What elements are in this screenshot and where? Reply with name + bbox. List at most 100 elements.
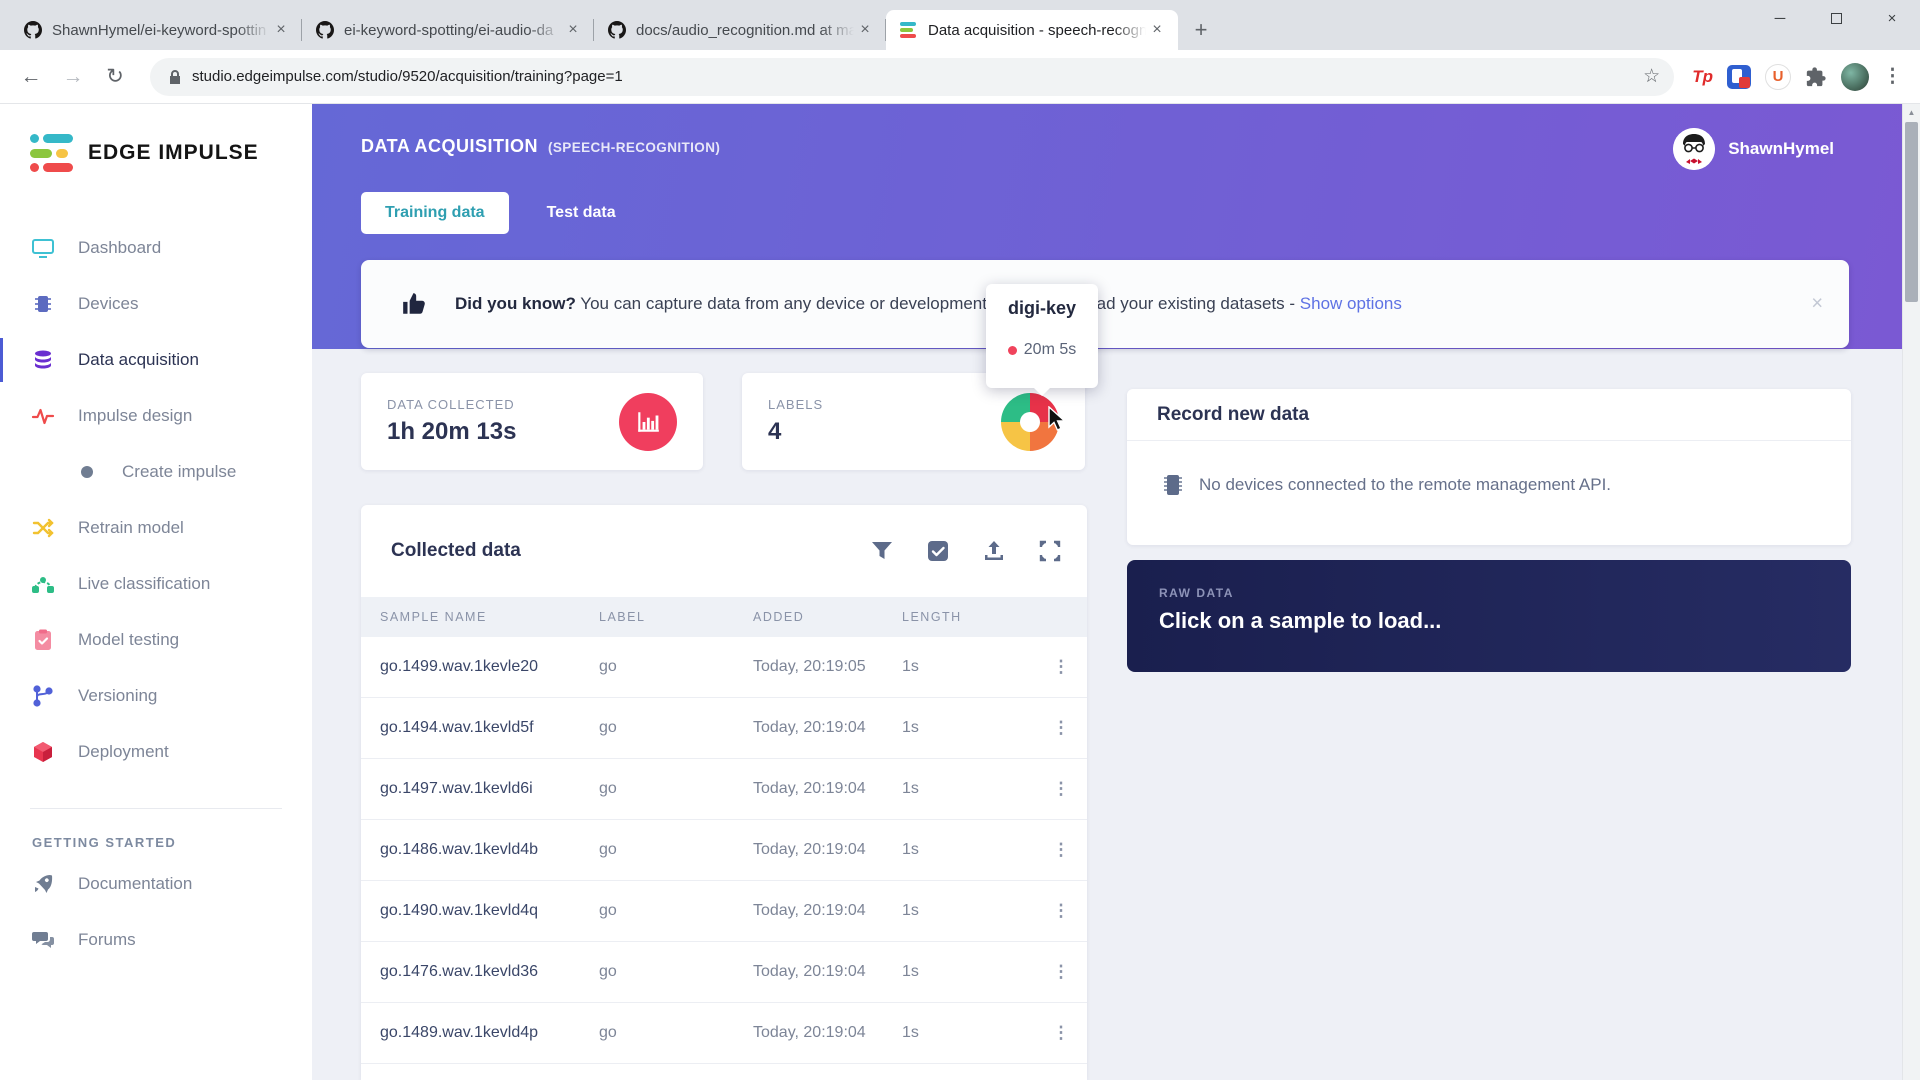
row-menu-icon[interactable]: ⋮ xyxy=(1035,840,1087,860)
column-length: LENGTH xyxy=(902,610,1035,624)
sidebar-item-retrain-model[interactable]: Retrain model xyxy=(0,500,312,556)
sample-name[interactable]: go.1497.wav.1kevld6i xyxy=(380,780,599,798)
data-collected-card: DATA COLLECTED 1h 20m 13s xyxy=(361,373,703,470)
browser-toolbar: ← → ↻ studio.edgeimpulse.com/studio/9520… xyxy=(0,50,1920,104)
filter-icon[interactable] xyxy=(871,540,893,562)
sidebar-item-label: Create impulse xyxy=(122,462,236,482)
back-button[interactable]: ← xyxy=(14,60,48,94)
row-menu-icon[interactable]: ⋮ xyxy=(1035,718,1087,738)
sample-name[interactable]: go.1476.wav.1kevld36 xyxy=(380,963,599,981)
page-title-row: DATA ACQUISITION (SPEECH-RECOGNITION) xyxy=(361,136,720,157)
table-row[interactable]: go.1494.wav.1kevld5f go Today, 20:19:04 … xyxy=(361,698,1087,759)
sidebar-item-model-testing[interactable]: Model testing xyxy=(0,612,312,668)
scrollbar-up-arrow[interactable]: ▲ xyxy=(1903,104,1920,120)
sidebar-item-create-impulse[interactable]: Create impulse xyxy=(0,444,312,500)
user-avatar[interactable] xyxy=(1673,128,1715,170)
sample-name[interactable]: go.1490.wav.1kevld4q xyxy=(380,902,599,920)
browser-menu-icon[interactable]: ⋮ xyxy=(1883,65,1902,88)
sidebar-item-impulse-design[interactable]: Impulse design xyxy=(0,388,312,444)
table-row[interactable]: go.1499.wav.1kevle20 go Today, 20:19:05 … xyxy=(361,637,1087,698)
collected-data-header: Collected data xyxy=(361,505,1087,597)
sidebar-item-live-classification[interactable]: Live classification xyxy=(0,556,312,612)
tab-close-icon[interactable]: × xyxy=(1146,19,1168,41)
sample-added: Today, 20:19:04 xyxy=(753,780,902,798)
tab-close-icon[interactable]: × xyxy=(562,19,584,41)
page-scrollbar[interactable]: ▲ xyxy=(1902,104,1920,1080)
sample-label: go xyxy=(599,963,753,981)
tab-training-data[interactable]: Training data xyxy=(361,192,509,234)
forward-button[interactable]: → xyxy=(56,60,90,94)
row-menu-icon[interactable]: ⋮ xyxy=(1035,1023,1087,1043)
window-close-button[interactable]: × xyxy=(1864,0,1920,36)
sample-name[interactable]: go.1489.wav.1kevld4p xyxy=(380,1024,599,1042)
table-row[interactable]: go.1490.wav.1kevld4q go Today, 20:19:04 … xyxy=(361,881,1087,942)
sidebar-item-deployment[interactable]: Deployment xyxy=(0,724,312,780)
password-manager-extension-icon[interactable] xyxy=(1727,65,1751,89)
sample-label: go xyxy=(599,841,753,859)
tab-title: docs/audio_recognition.md at ma xyxy=(636,22,854,39)
sidebar-item-label: Devices xyxy=(78,294,138,314)
scrollbar-thumb[interactable] xyxy=(1905,122,1918,302)
browser-tab-1[interactable]: ShawnHymel/ei-keyword-spottin × xyxy=(10,10,302,50)
collected-data-title: Collected data xyxy=(391,540,871,562)
user-menu[interactable]: ShawnHymel xyxy=(1673,128,1834,170)
sample-name[interactable]: go.1494.wav.1kevld5f xyxy=(380,719,599,737)
row-menu-icon[interactable]: ⋮ xyxy=(1035,779,1087,799)
series-dot-icon xyxy=(1008,346,1017,355)
sample-added: Today, 20:19:04 xyxy=(753,902,902,920)
ublock-extension-icon[interactable]: U xyxy=(1765,64,1791,90)
table-row[interactable]: go.1476.wav.1kevld36 go Today, 20:19:04 … xyxy=(361,942,1087,1003)
browser-tab-active[interactable]: Data acquisition - speech-recogn × xyxy=(886,10,1178,50)
tab-close-icon[interactable]: × xyxy=(854,19,876,41)
sidebar-item-documentation[interactable]: Documentation xyxy=(0,856,312,912)
bookmark-star-icon[interactable]: ☆ xyxy=(1643,65,1660,88)
sidebar-item-label: Deployment xyxy=(78,742,169,762)
edge-impulse-logo[interactable]: EDGE IMPULSE xyxy=(30,134,312,172)
sidebar-item-versioning[interactable]: Versioning xyxy=(0,668,312,724)
did-you-know-banner: Did you know? You can capture data from … xyxy=(361,260,1849,348)
labels-value: 4 xyxy=(768,418,823,446)
browser-tab-3[interactable]: docs/audio_recognition.md at ma × xyxy=(594,10,886,50)
sample-added: Today, 20:19:04 xyxy=(753,963,902,981)
tampermonkey-extension-icon[interactable]: Tp xyxy=(1692,67,1713,87)
window-maximize-button[interactable] xyxy=(1808,0,1864,36)
upload-icon[interactable] xyxy=(983,540,1005,562)
tab-test-data[interactable]: Test data xyxy=(523,192,640,234)
sample-name[interactable]: go.1486.wav.1kevld4b xyxy=(380,841,599,859)
sidebar-item-dashboard[interactable]: Dashboard xyxy=(0,220,312,276)
select-checkbox-icon[interactable] xyxy=(927,540,949,562)
extensions-area: Tp U ⋮ xyxy=(1692,63,1902,91)
edge-impulse-logo-icon xyxy=(30,134,74,172)
browser-tab-2[interactable]: ei-keyword-spotting/ei-audio-da × xyxy=(302,10,594,50)
table-row[interactable]: go.1489.wav.1kevld4p go Today, 20:19:04 … xyxy=(361,1003,1087,1064)
github-icon xyxy=(608,21,626,39)
sidebar-item-label: Retrain model xyxy=(78,518,184,538)
banner-close-icon[interactable]: × xyxy=(1811,293,1823,316)
sample-name[interactable]: go.1499.wav.1kevle20 xyxy=(380,658,599,676)
url-text[interactable]: studio.edgeimpulse.com/studio/9520/acqui… xyxy=(192,68,1635,85)
sidebar-item-data-acquisition[interactable]: Data acquisition xyxy=(0,332,312,388)
sidebar-item-label: Data acquisition xyxy=(78,350,199,370)
row-menu-icon[interactable]: ⋮ xyxy=(1035,901,1087,921)
raw-data-card: RAW DATA Click on a sample to load... xyxy=(1127,560,1851,672)
browser-profile-avatar[interactable] xyxy=(1841,63,1869,91)
sidebar-nav: Dashboard Devices Data acquisition Impul… xyxy=(0,220,312,780)
new-tab-button[interactable]: + xyxy=(1186,15,1216,45)
sample-label: go xyxy=(599,902,753,920)
banner-text: Did you know? You can capture data from … xyxy=(455,294,1402,314)
sidebar-item-forums[interactable]: Forums xyxy=(0,912,312,968)
show-options-link[interactable]: Show options xyxy=(1300,294,1402,313)
sidebar-item-devices[interactable]: Devices xyxy=(0,276,312,332)
sample-label: go xyxy=(599,780,753,798)
table-row[interactable]: go.1497.wav.1kevld6i go Today, 20:19:04 … xyxy=(361,759,1087,820)
window-minimize-button[interactable]: ─ xyxy=(1752,0,1808,36)
tab-close-icon[interactable]: × xyxy=(270,19,292,41)
extensions-puzzle-icon[interactable] xyxy=(1805,66,1827,88)
column-label: LABEL xyxy=(599,610,753,624)
expand-icon[interactable] xyxy=(1039,540,1061,562)
row-menu-icon[interactable]: ⋮ xyxy=(1035,657,1087,677)
table-row[interactable]: go.1486.wav.1kevld4b go Today, 20:19:04 … xyxy=(361,820,1087,881)
row-menu-icon[interactable]: ⋮ xyxy=(1035,962,1087,982)
address-bar[interactable]: studio.edgeimpulse.com/studio/9520/acqui… xyxy=(150,58,1674,96)
refresh-button[interactable]: ↻ xyxy=(98,60,132,94)
